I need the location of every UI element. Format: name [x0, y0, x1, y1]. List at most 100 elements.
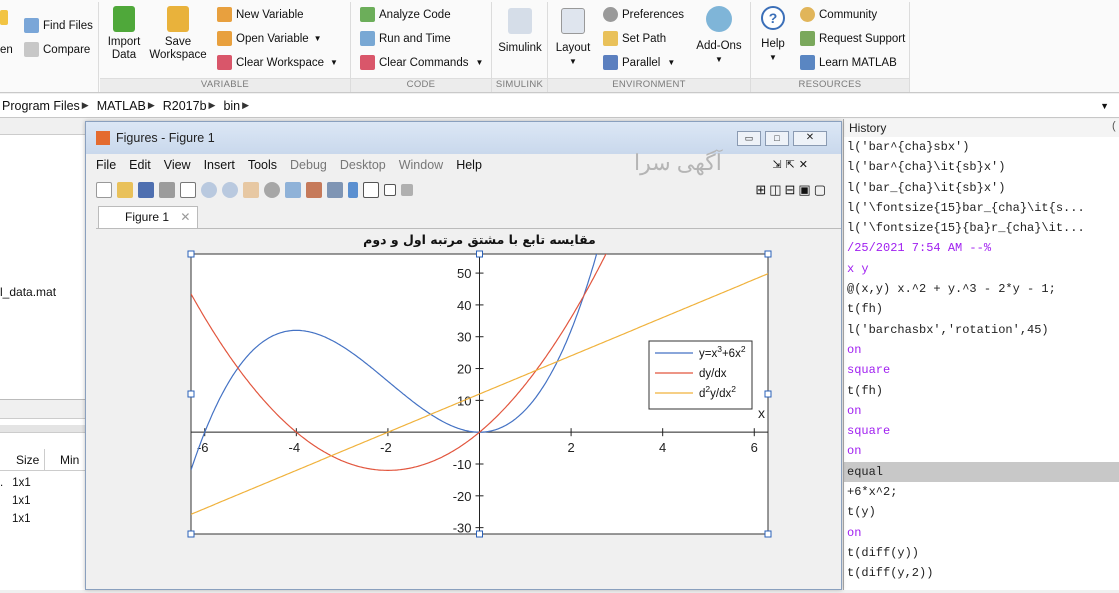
table-row[interactable]: 1x1 [0, 492, 31, 510]
x-tick-label: -2 [380, 440, 392, 455]
open-variable-button[interactable]: Open Variable ▼ [217, 31, 322, 46]
open-file-icon[interactable] [117, 182, 133, 198]
history-entry[interactable]: l('barchasbx','rotation',45) [844, 320, 1119, 340]
data-cursor-icon[interactable] [285, 182, 301, 198]
size-column-header[interactable]: Size [16, 453, 39, 467]
path-segment[interactable]: R2017b [163, 99, 207, 113]
history-entry[interactable]: t(diff(y)) [844, 543, 1119, 563]
link-icon[interactable] [327, 182, 343, 198]
history-entry[interactable]: l('\fontsize{15}{ba}r_{cha}\it... [844, 218, 1119, 238]
maximize-button[interactable]: □ [765, 131, 789, 146]
history-entry[interactable]: l('bar_{cha}\it{sb}x') [844, 178, 1119, 198]
history-entry[interactable]: x y [844, 259, 1119, 279]
history-entry[interactable]: on [844, 401, 1119, 421]
community-button[interactable]: Community [800, 7, 877, 22]
legend-icon[interactable] [363, 182, 379, 198]
show-plot-tools-icon[interactable] [401, 184, 413, 196]
menu-tools[interactable]: Tools [248, 158, 277, 172]
print-icon[interactable] [159, 182, 175, 198]
import-data-button[interactable]: Import Data [104, 6, 144, 62]
layout-icon [561, 8, 585, 34]
new-figure-icon[interactable] [96, 182, 112, 198]
tile-layout-icons[interactable]: ⊞◫⊟▣▢ [755, 182, 829, 198]
save-workspace-icon [167, 6, 189, 32]
path-segment[interactable]: bin [223, 99, 240, 113]
history-entry[interactable]: on [844, 441, 1119, 461]
open-button-fragment[interactable]: en [0, 44, 13, 56]
menu-view[interactable]: View [164, 158, 191, 172]
file-list-item[interactable]: l_data.mat [0, 285, 56, 299]
close-tab-icon[interactable]: ✕ [180, 210, 190, 224]
history-entry[interactable]: t(fh) [844, 381, 1119, 401]
layout-button[interactable]: Layout ▼ [552, 8, 594, 68]
zoom-in-icon[interactable] [201, 182, 217, 198]
path-dropdown-icon[interactable]: ▼ [1100, 101, 1109, 111]
pointer-icon[interactable] [180, 182, 196, 198]
table-row[interactable]: . 1x1 [0, 474, 31, 492]
menu-debug[interactable]: Debug [290, 158, 327, 172]
menu-window[interactable]: Window [399, 158, 443, 172]
close-button[interactable]: ✕ [793, 131, 827, 146]
path-segment[interactable]: Program Files [2, 99, 80, 113]
clear-commands-button[interactable]: Clear Commands ▼ [360, 55, 483, 70]
menu-help[interactable]: Help [456, 158, 482, 172]
run-and-time-button[interactable]: Run and Time [360, 31, 451, 46]
help-button[interactable]: ? Help ▼ [756, 6, 790, 64]
history-entry[interactable]: on [844, 340, 1119, 360]
compare-button[interactable]: Compare [24, 42, 90, 57]
path-segment[interactable]: MATLAB [97, 99, 146, 113]
menu-desktop[interactable]: Desktop [340, 158, 386, 172]
pan-icon[interactable] [243, 182, 259, 198]
watermark-logo: آگهی سرا [634, 150, 722, 175]
dropdown-arrow-icon: ▼ [715, 55, 723, 64]
history-entry[interactable]: on [844, 523, 1119, 543]
menu-file[interactable]: File [96, 158, 116, 172]
history-entry[interactable]: square [844, 421, 1119, 441]
analyze-code-button[interactable]: Analyze Code [360, 7, 451, 22]
selection-handle [187, 250, 195, 258]
history-entry[interactable]: square [844, 360, 1119, 380]
history-entry[interactable]: /25/2021 7:54 AM --% [844, 238, 1119, 258]
history-entry[interactable]: t(y) [844, 502, 1119, 522]
table-row[interactable]: 1x1 [0, 510, 31, 528]
brush-icon[interactable] [306, 182, 322, 198]
add-ons-button[interactable]: Add-Ons ▼ [693, 6, 745, 66]
min-column-header[interactable]: Min [60, 453, 79, 467]
zoom-out-icon[interactable] [222, 182, 238, 198]
history-entry[interactable]: t(fh) [844, 299, 1119, 319]
history-entry[interactable]: l('bar^{cha}sbx') [844, 137, 1119, 157]
history-entry[interactable]: l('bar^{cha}\it{sb}x') [844, 157, 1119, 177]
clear-workspace-button[interactable]: Clear Workspace ▼ [217, 55, 338, 70]
menu-insert[interactable]: Insert [204, 158, 235, 172]
history-title: History [844, 119, 1119, 137]
undock-controls[interactable]: ⇲⇱✕ [772, 158, 812, 171]
history-entry[interactable]: @(x,y) x.^2 + y.^3 - 2*y - 1; [844, 279, 1119, 299]
set-path-button[interactable]: Set Path [603, 31, 666, 46]
figure-title-bar[interactable]: Figures - Figure 1 ▭ □ ✕ [86, 122, 841, 154]
analyze-code-icon [360, 7, 375, 22]
rotate-icon[interactable] [264, 182, 280, 198]
history-entry[interactable]: t(diff(y,2)) [844, 563, 1119, 583]
preferences-button[interactable]: Preferences [603, 7, 684, 22]
learn-matlab-button[interactable]: Learn MATLAB [800, 55, 897, 70]
run-and-time-icon [360, 31, 375, 46]
clear-commands-icon [360, 55, 375, 70]
history-entry[interactable]: +6*x^2; [844, 482, 1119, 502]
minimize-button[interactable]: ▭ [737, 131, 761, 146]
new-variable-button[interactable]: New Variable [217, 7, 304, 22]
new-script-icon[interactable] [0, 10, 12, 25]
tab-figure-1[interactable]: Figure 1 ✕ [98, 206, 198, 228]
history-entry[interactable]: equal [844, 461, 1119, 483]
save-icon[interactable] [138, 182, 154, 198]
save-workspace-button[interactable]: Save Workspace [148, 6, 208, 62]
hide-plot-tools-icon[interactable] [384, 184, 396, 196]
simulink-button[interactable]: Simulink [497, 8, 543, 55]
colorbar-icon[interactable] [348, 182, 358, 198]
menu-edit[interactable]: Edit [129, 158, 151, 172]
history-entry[interactable]: l('\fontsize{15}bar_{cha}\it{s... [844, 198, 1119, 218]
current-folder-path[interactable]: Program Files ▶ MATLAB ▶ R2017b ▶ bin ▶ ▼ [0, 94, 1119, 118]
dropdown-arrow-icon: ▼ [330, 58, 338, 67]
find-files-button[interactable]: Find Files [24, 18, 93, 33]
parallel-button[interactable]: Parallel ▼ [603, 55, 675, 70]
request-support-button[interactable]: Request Support [800, 31, 905, 46]
